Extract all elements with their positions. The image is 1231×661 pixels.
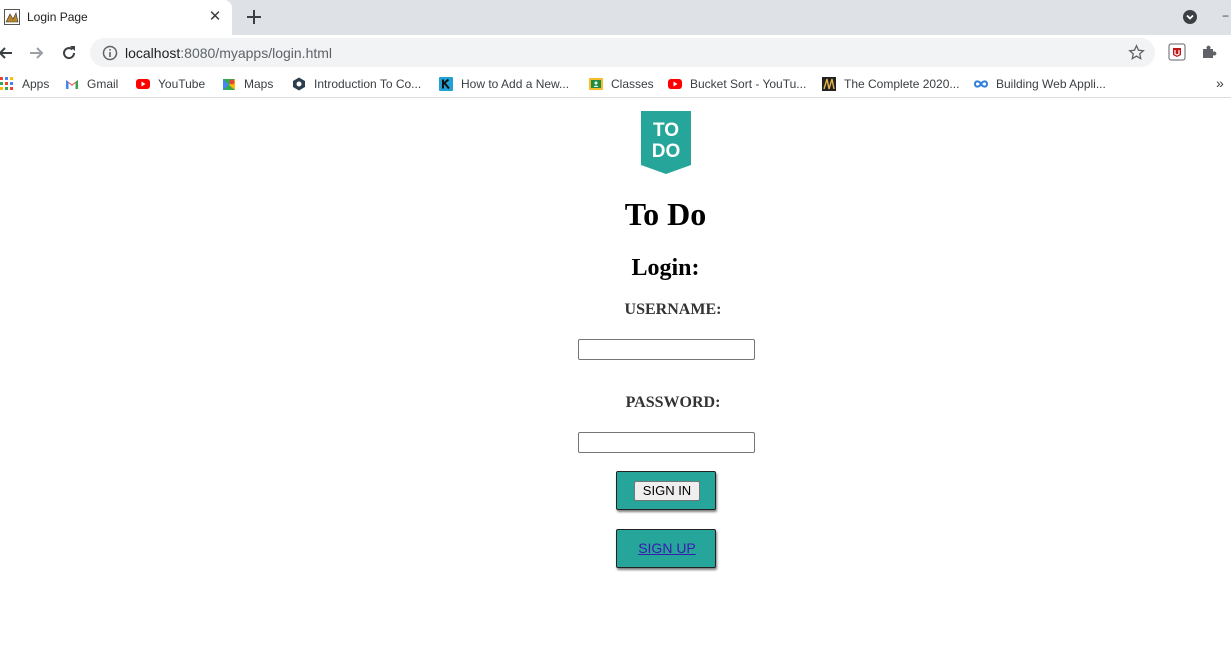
- page-favicon-icon: [4, 9, 20, 25]
- bookmark-label: The Complete 2020...: [844, 77, 960, 91]
- bookmark-maps[interactable]: Maps: [222, 76, 273, 92]
- bookmark-label: YouTube: [158, 77, 206, 91]
- password-label: PASSWORD:: [625, 394, 721, 411]
- bookmark-youtube[interactable]: YouTube: [136, 76, 205, 92]
- username-label: USERNAME:: [624, 301, 722, 318]
- youtube-icon: [668, 79, 682, 89]
- tab-title: Login Page: [27, 10, 88, 24]
- bookmark-apps[interactable]: Apps: [0, 76, 49, 92]
- tab-search-icon[interactable]: [1182, 9, 1198, 25]
- reload-icon[interactable]: [59, 43, 79, 63]
- bookmark-building-web[interactable]: Building Web Appli...: [974, 76, 1106, 92]
- bookmark-label: Introduction To Co...: [314, 77, 422, 91]
- bookmark-label: Bucket Sort - YouTu...: [690, 77, 807, 91]
- close-tab-icon[interactable]: ✕: [207, 9, 223, 25]
- new-tab-icon[interactable]: [244, 7, 264, 27]
- bookmarks-overflow-button[interactable]: »: [1216, 75, 1224, 91]
- bookmark-bucket-sort[interactable]: Bucket Sort - YouTu...: [668, 76, 806, 92]
- login-page: TO DO To Do Login: USERNAME: PASSWORD: S…: [0, 103, 1231, 661]
- url-path: :8080/myapps/login.html: [180, 45, 333, 61]
- bookmark-label: Building Web Appli...: [996, 77, 1106, 91]
- browser-tab[interactable]: Login Page ✕: [0, 0, 232, 35]
- bookmark-classes[interactable]: Classes: [589, 76, 654, 92]
- bookmark-label: Maps: [244, 77, 274, 91]
- logo-text-top: TO: [653, 120, 679, 141]
- bookmark-complete-2020[interactable]: The Complete 2020...: [822, 76, 959, 92]
- bookmark-how-to-add[interactable]: How to Add a New...: [439, 76, 569, 92]
- url-host: localhost: [125, 45, 181, 61]
- todo-logo: TO DO: [641, 111, 691, 174]
- password-input[interactable]: [578, 432, 755, 453]
- infinity-icon: [974, 80, 988, 88]
- tab-strip: Login Page ✕ −: [0, 0, 1231, 35]
- back-icon[interactable]: [0, 43, 16, 63]
- bookmark-introduction[interactable]: Introduction To Co...: [292, 76, 421, 92]
- bookmark-star-icon[interactable]: [1128, 44, 1145, 61]
- apps-grid-icon: [0, 77, 13, 90]
- youtube-icon: [136, 79, 150, 89]
- bookmark-label: Apps: [22, 77, 50, 91]
- hexagon-icon: [293, 77, 305, 91]
- page-title: To Do: [624, 196, 707, 232]
- bookmark-label: Classes: [611, 77, 654, 91]
- browser-toolbar: localhost:8080/myapps/login.html: [0, 35, 1231, 70]
- signin-button-container: SIGN IN: [616, 471, 716, 510]
- bookmarks-bar: Apps Gmail YouTube Maps Introduction To …: [0, 70, 1231, 98]
- logo-text-bottom: DO: [652, 141, 681, 162]
- login-heading: Login:: [631, 255, 700, 281]
- signin-button[interactable]: SIGN IN: [634, 481, 700, 501]
- site-info-icon[interactable]: [102, 45, 118, 61]
- url-text[interactable]: localhost:8080/myapps/login.html: [125, 45, 332, 61]
- username-input[interactable]: [578, 339, 755, 360]
- address-bar[interactable]: localhost:8080/myapps/login.html: [90, 38, 1155, 67]
- gmail-icon: [66, 80, 78, 89]
- bookmark-gmail[interactable]: Gmail: [65, 76, 118, 92]
- signup-link[interactable]: SIGN UP: [617, 540, 717, 556]
- signup-button-container[interactable]: SIGN UP: [616, 529, 716, 568]
- bookmark-label: Gmail: [87, 77, 119, 91]
- maps-icon: [223, 79, 235, 90]
- k-icon: [439, 77, 453, 91]
- window-controls-overflow[interactable]: −: [1222, 9, 1231, 25]
- bookmark-label: How to Add a New...: [461, 77, 570, 91]
- forward-icon[interactable]: [26, 43, 46, 63]
- mcafee-extension-icon[interactable]: [1168, 43, 1186, 61]
- classroom-icon: [589, 78, 603, 90]
- extensions-puzzle-icon[interactable]: [1200, 43, 1218, 61]
- course-icon: [822, 77, 836, 91]
